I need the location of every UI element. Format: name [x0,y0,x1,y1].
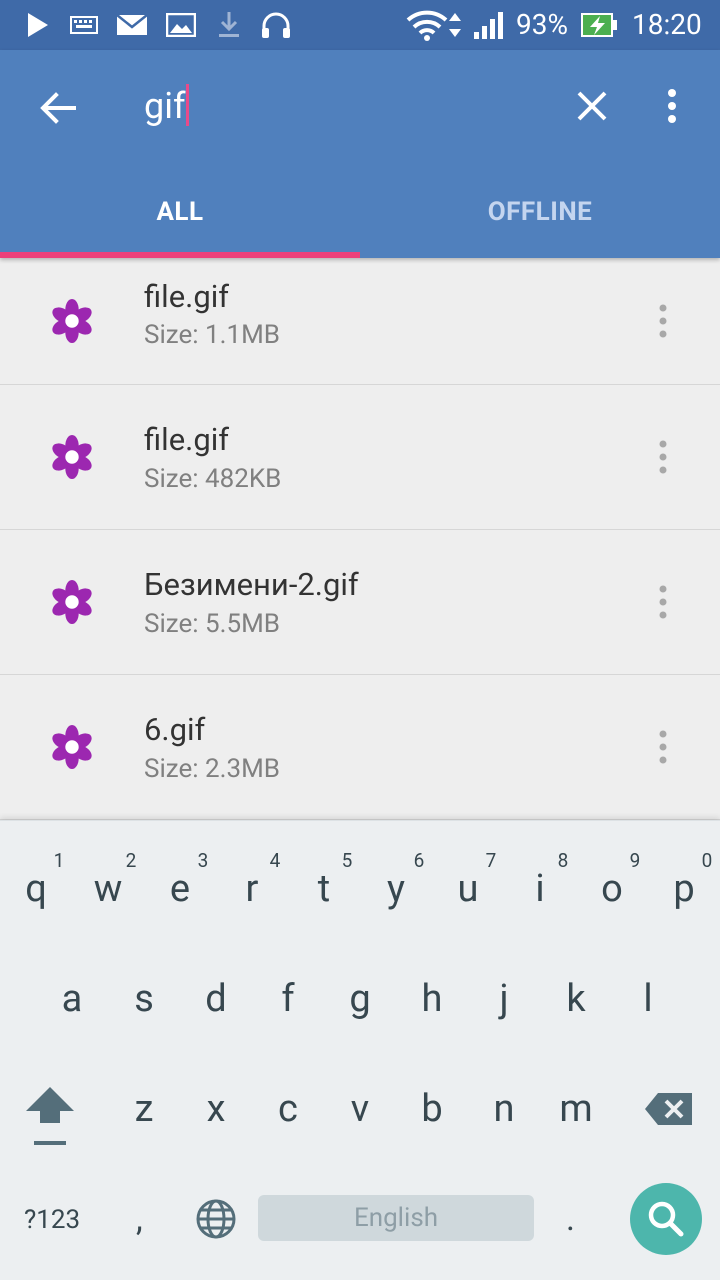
item-more-icon[interactable] [654,729,672,765]
battery-charging-icon [581,13,617,37]
key-j[interactable]: j [474,977,534,1021]
play-icon [28,13,48,37]
tab-offline[interactable]: OFFLINE [360,178,720,258]
file-name: 6.gif [144,711,206,748]
key-x[interactable]: x [186,1087,246,1131]
file-size: Size: 482KB [144,464,282,494]
data-arrows-icon [449,13,461,37]
search-icon [648,1201,684,1237]
text-cursor [186,84,190,126]
clear-search-icon[interactable] [572,86,612,126]
item-more-icon[interactable] [654,584,672,620]
list-item[interactable]: 6.gif Size: 2.3MB [0,675,720,820]
period-key[interactable]: . [566,1199,575,1239]
key-y[interactable]: y [366,867,426,911]
more-options-icon[interactable] [662,86,682,126]
search-input[interactable]: gif [144,84,190,127]
key-r[interactable]: r [222,867,282,911]
key-e[interactable]: e [150,867,210,911]
key-p[interactable]: p [654,867,714,911]
key-c[interactable]: c [258,1087,318,1131]
wifi-icon [406,10,448,41]
image-icon [166,13,196,37]
key-i[interactable]: i [510,867,570,911]
file-name: file.gif [144,278,230,315]
key-q[interactable]: q [6,867,66,911]
search-query-text: gif [144,85,186,127]
list-item[interactable]: Безимени-2.gif Size: 5.5MB [0,530,720,675]
key-a[interactable]: a [42,977,102,1021]
shift-icon[interactable] [24,1085,76,1149]
soft-keyboard: 1 2 3 4 5 6 7 8 9 0 q w e r t y u i o p … [0,820,720,1280]
key-z[interactable]: z [114,1087,174,1131]
item-more-icon[interactable] [654,439,672,475]
gif-file-icon [52,435,92,479]
item-more-icon[interactable] [654,303,672,339]
download-icon [219,12,239,37]
clock: 18:20 [632,8,702,41]
key-k[interactable]: k [546,977,606,1021]
key-o[interactable]: o [582,867,642,911]
symbols-key[interactable]: ?123 [24,1205,80,1235]
key-h[interactable]: h [402,977,462,1021]
gif-file-icon [52,580,92,624]
key-u[interactable]: u [438,867,498,911]
battery-percent: 93% [516,8,568,41]
signal-icon [474,12,503,39]
key-f[interactable]: f [258,977,318,1021]
backspace-icon[interactable] [644,1091,694,1127]
file-list: file.gif Size: 1.1MB file.gif Size: 482K… [0,258,720,820]
file-size: Size: 5.5MB [144,609,280,639]
file-name: file.gif [144,421,230,458]
file-size: Size: 1.1MB [144,320,280,350]
key-g[interactable]: g [330,977,390,1021]
gif-file-icon [52,299,92,343]
comma-key[interactable]: , [136,1199,143,1239]
key-t[interactable]: t [294,867,354,911]
key-m[interactable]: m [546,1087,606,1131]
list-item[interactable]: file.gif Size: 1.1MB [0,258,720,385]
key-s[interactable]: s [114,977,174,1021]
key-b[interactable]: b [402,1087,462,1131]
key-v[interactable]: v [330,1087,390,1131]
list-item[interactable]: file.gif Size: 482KB [0,385,720,530]
space-bar[interactable]: English [258,1195,534,1241]
status-bar: 93% 18:20 [0,0,720,50]
key-l[interactable]: l [618,977,678,1021]
email-icon [116,14,148,35]
headphones-icon [262,12,290,38]
search-action-key[interactable] [630,1183,702,1255]
search-app-bar: gif ALL OFFLINE [0,50,720,258]
keyboard-icon [70,16,98,34]
key-n[interactable]: n [474,1087,534,1131]
key-w[interactable]: w [78,867,138,911]
tab-all[interactable]: ALL [0,178,360,258]
file-name: Безимени-2.gif [144,566,359,603]
gif-file-icon [52,725,92,769]
globe-icon[interactable] [194,1197,238,1241]
key-d[interactable]: d [186,977,246,1021]
file-size: Size: 2.3MB [144,754,280,784]
back-arrow-icon[interactable] [36,86,80,130]
